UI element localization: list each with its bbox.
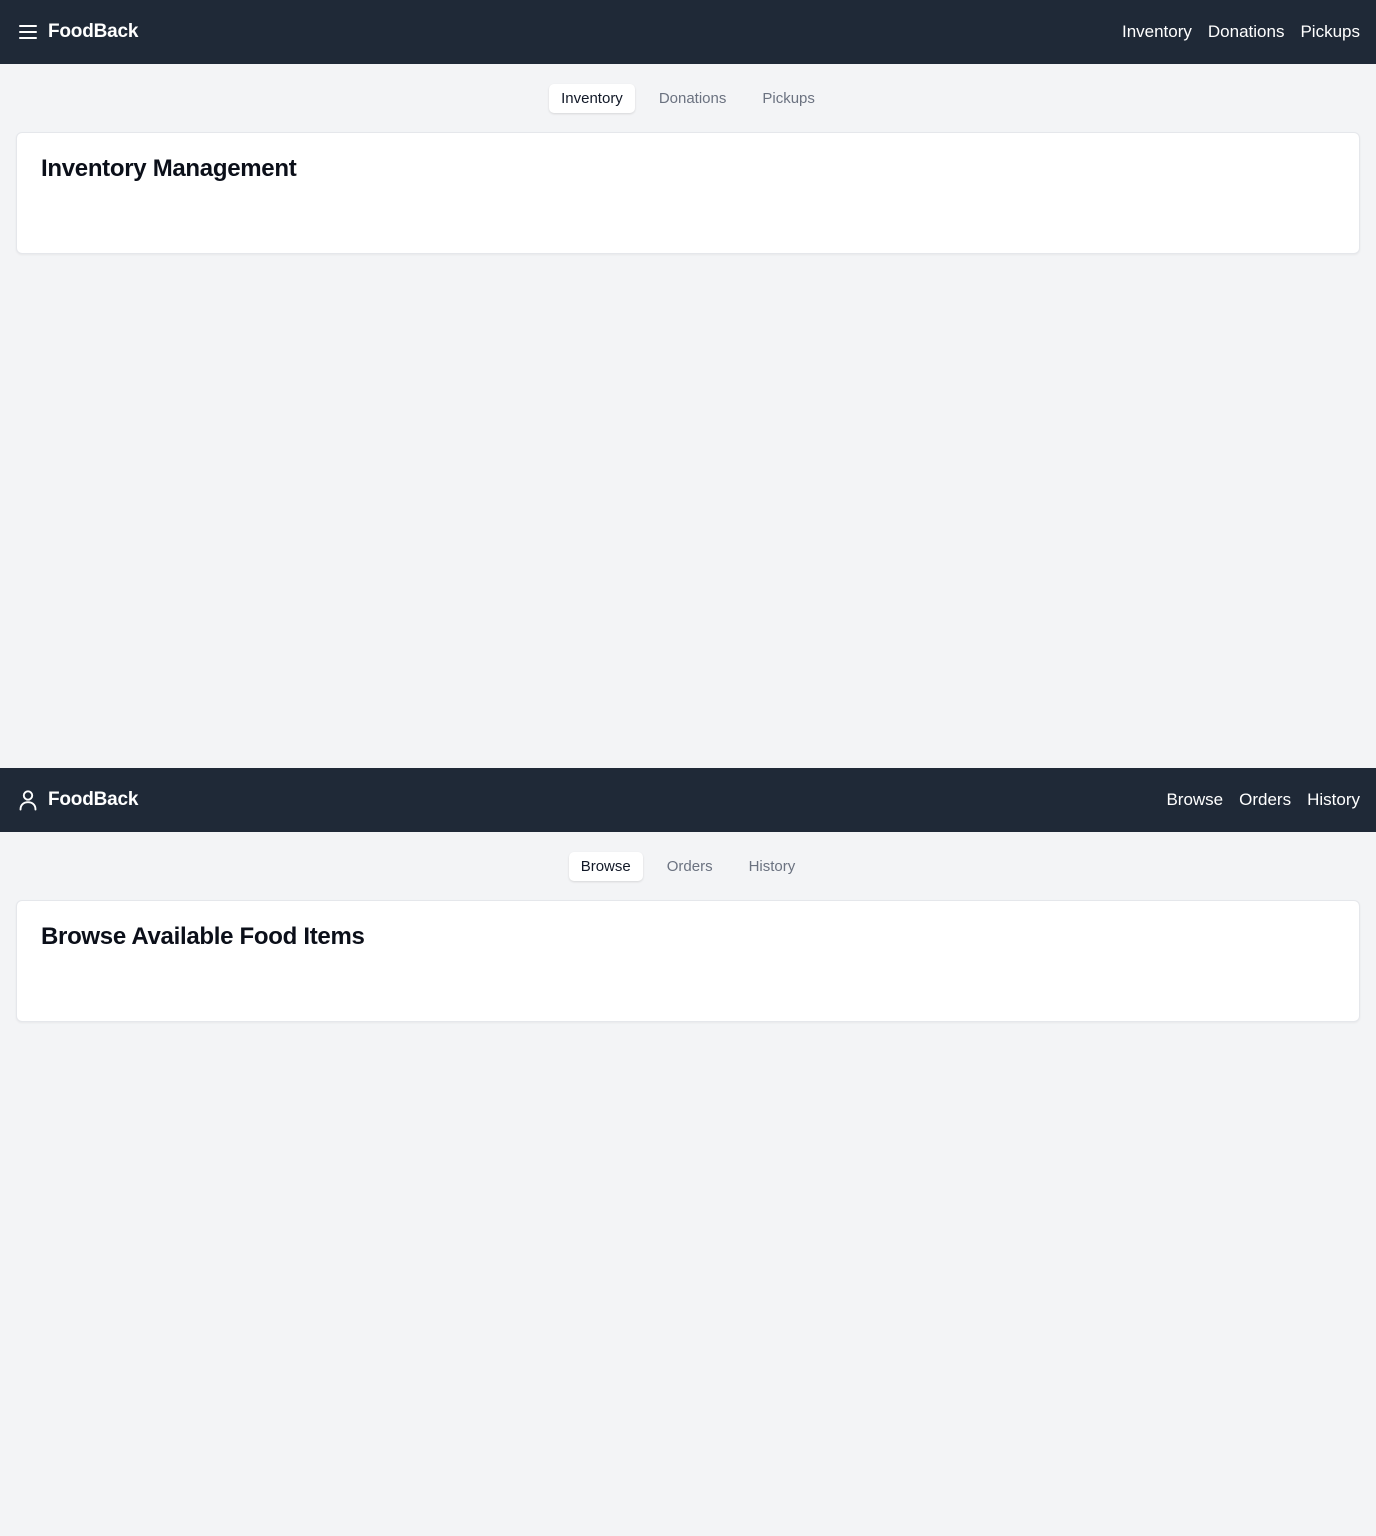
tab-history[interactable]: History [737,852,808,881]
top-nav: Inventory Donations Pickups [1122,22,1360,42]
content-card: Browse Available Food Items [16,900,1360,1022]
top-bar: FoodBack Browse Orders History [0,768,1376,832]
tab-orders[interactable]: Orders [655,852,725,881]
user-icon[interactable] [18,790,38,811]
tab-list: Inventory Donations Pickups [549,84,827,113]
top-nav-inventory[interactable]: Inventory [1122,22,1192,42]
brand: FoodBack [18,789,138,811]
menu-icon[interactable] [18,22,38,42]
top-bar: FoodBack Inventory Donations Pickups [0,0,1376,64]
recipient-view: FoodBack Browse Orders History Browse Or… [0,768,1376,1536]
brand-title: FoodBack [48,789,139,810]
tab-pickups[interactable]: Pickups [750,84,827,113]
tabs-container: Inventory Donations Pickups [0,84,1376,113]
tab-browse[interactable]: Browse [568,852,643,881]
top-nav-donations[interactable]: Donations [1208,22,1285,42]
top-nav-history[interactable]: History [1307,790,1360,810]
brand-title: FoodBack [48,21,139,42]
tab-inventory[interactable]: Inventory [549,84,635,113]
content-card: Inventory Management [16,132,1360,254]
top-nav: Browse Orders History [1166,790,1360,810]
page-title: Browse Available Food Items [41,923,365,950]
brand: FoodBack [18,21,138,43]
tabs-container: Browse Orders History [0,852,1376,881]
tab-list: Browse Orders History [568,852,808,881]
tab-donations[interactable]: Donations [647,84,739,113]
top-nav-orders[interactable]: Orders [1239,790,1291,810]
donor-view: FoodBack Inventory Donations Pickups Inv… [0,0,1376,768]
page-title: Inventory Management [41,155,297,182]
top-nav-pickups[interactable]: Pickups [1300,22,1360,42]
top-nav-browse[interactable]: Browse [1166,790,1223,810]
